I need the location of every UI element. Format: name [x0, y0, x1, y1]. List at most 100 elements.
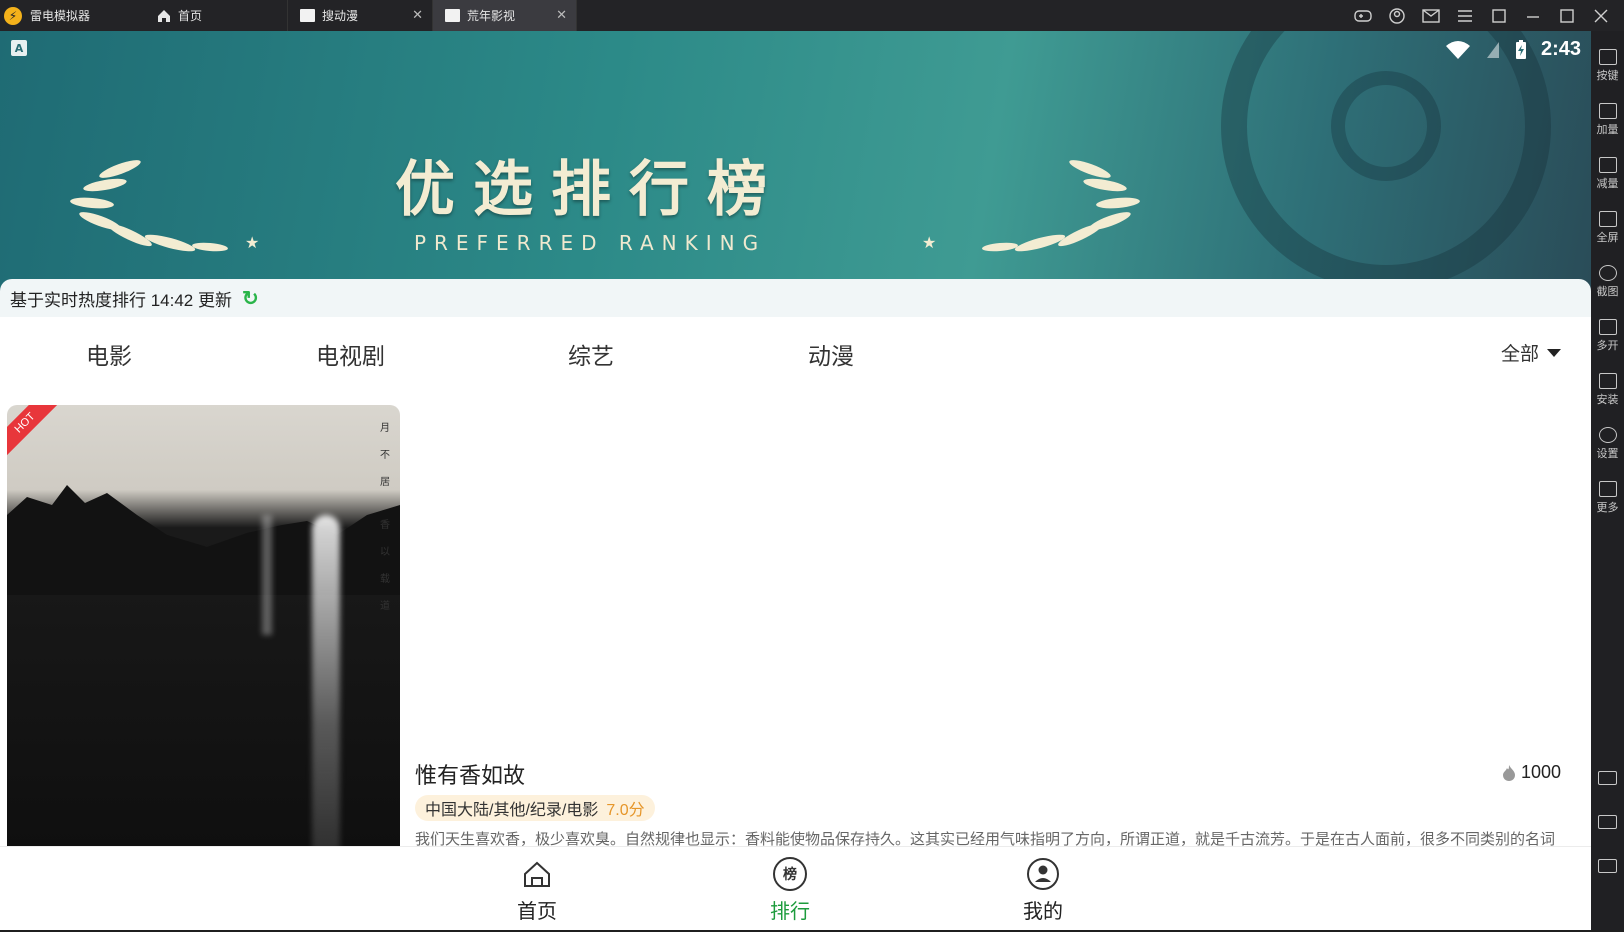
sidebar-label: 减量 [1596, 177, 1619, 190]
poster-char: 载 [380, 574, 390, 585]
sidebar-label: 更多 [1596, 501, 1619, 514]
banner-subtitle: PREFERRED RANKING [413, 231, 767, 255]
movie-score: 7.0分 [606, 802, 645, 819]
poster-char: 香 [380, 520, 390, 531]
close-icon[interactable]: ✕ [556, 8, 567, 23]
sidebar-label: 全屏 [1596, 231, 1619, 244]
volume-down-icon [1598, 157, 1617, 173]
tab-label: 首页 [178, 9, 203, 23]
android-screen: 优选排行榜 ★ PREFERRED RANKING ★ A 2:43 基于实时热… [0, 31, 1591, 930]
film-reel-decoration [1331, 71, 1441, 181]
multi-instance-icon [1598, 319, 1617, 335]
nav-label: 排行 [770, 901, 810, 923]
nav-profile[interactable]: 我的 [1003, 857, 1083, 924]
sidebar-label: 截图 [1596, 285, 1619, 298]
tab-variety[interactable]: 综艺 [568, 337, 614, 371]
heat-value: 1000 [1520, 762, 1561, 782]
poster-char: 不 [380, 450, 390, 461]
home-icon [524, 861, 550, 887]
sidebar-install-apk[interactable]: 安装 [1591, 373, 1624, 407]
window-controls [1354, 7, 1624, 25]
sidebar-keymap[interactable]: 按键 [1591, 49, 1624, 83]
emulator-app-name: 雷电模拟器 [30, 9, 91, 23]
movie-tags: 中国大陆/其他/纪录/电影 7.0分 [415, 795, 655, 821]
laurel-wreath-icon [70, 160, 228, 252]
sidebar-label: 加量 [1596, 123, 1619, 136]
nav-home[interactable]: 首页 [497, 857, 577, 924]
gamepad-icon[interactable] [1354, 7, 1372, 25]
restore-window-icon[interactable] [1490, 7, 1508, 25]
filter-label: 全部 [1500, 344, 1539, 365]
sidebar-volume-down[interactable]: 减量 [1591, 157, 1624, 191]
banner-title: 优选排行榜 [395, 155, 785, 225]
poster-char: 以 [380, 547, 390, 558]
menu-icon[interactable] [1456, 7, 1474, 25]
profile-icon [1027, 858, 1059, 890]
sidebar-label: 多开 [1596, 339, 1619, 352]
category-tabs: 电影 电视剧 综艺 动漫 全部 [0, 317, 1591, 387]
tab-label: 搜动漫 [322, 9, 359, 23]
refresh-icon[interactable]: ↻ [242, 286, 259, 311]
poster-waterfall-art [312, 515, 340, 877]
emulator-sidebar: 按键 加量 减量 全屏 截图 多开 安装 设置 更多 [1591, 31, 1624, 930]
recent-apps-icon[interactable] [1598, 859, 1617, 873]
sidebar-fullscreen[interactable]: 全屏 [1591, 211, 1624, 245]
sidebar-label: 设置 [1596, 447, 1619, 460]
gear-icon [1598, 427, 1617, 443]
sidebar-label: 按键 [1596, 69, 1619, 82]
status-time: 2:43 [1540, 38, 1581, 60]
update-info-bar: 基于实时热度排行 14:42 更新 ↻ [0, 279, 1591, 317]
flame-icon [1502, 764, 1515, 781]
volume-up-icon [1598, 103, 1617, 119]
sidebar-screenshot[interactable]: 截图 [1591, 265, 1624, 299]
poster-waterfall-art [262, 515, 272, 635]
mail-icon[interactable] [1422, 7, 1440, 25]
tab-search-anime[interactable]: 搜动漫 ✕ [288, 0, 433, 31]
poster-char: 居 [380, 477, 390, 488]
tab-anime[interactable]: 动漫 [808, 337, 854, 371]
tab-movie[interactable]: 电影 [86, 337, 132, 371]
poster-vertical-text: 月 不 居 香 以 载 道 [378, 415, 392, 620]
minimize-icon[interactable] [1524, 7, 1542, 25]
tab-label: 荒年影视 [467, 9, 516, 23]
hot-badge: HOT [7, 405, 61, 459]
emulator-titlebar: ⚡ 雷电模拟器 首页 搜动漫 ✕ 荒年影视 ✕ [0, 0, 1624, 31]
wifi-icon [1445, 40, 1470, 59]
heat-count: 1000 [1501, 762, 1561, 783]
movie-poster[interactable]: 月 不 居 香 以 载 道 HOT [7, 405, 400, 877]
keyboard-icon [1598, 49, 1617, 65]
maximize-icon[interactable] [1558, 7, 1576, 25]
nav-ranking[interactable]: 榜 排行 [750, 857, 830, 924]
sidebar-volume-up[interactable]: 加量 [1591, 103, 1624, 137]
nav-label: 首页 [517, 901, 557, 923]
poster-mountain-art [7, 485, 400, 595]
tab-huangnian-video[interactable]: 荒年影视 ✕ [433, 0, 577, 31]
sidebar-more[interactable]: 更多 [1591, 481, 1624, 515]
star-icon: ★ [245, 233, 260, 252]
android-home-icon[interactable] [1598, 815, 1617, 829]
laurel-wreath-icon [982, 160, 1140, 252]
poster-char: 道 [380, 601, 390, 612]
sidebar-multi-instance[interactable]: 多开 [1591, 319, 1624, 353]
poster-char: 月 [380, 423, 390, 434]
sidebar-settings[interactable]: 设置 [1591, 427, 1624, 461]
close-window-icon[interactable] [1592, 7, 1610, 25]
apk-icon [1598, 373, 1617, 389]
close-icon[interactable]: ✕ [412, 8, 423, 23]
keyboard-indicator-icon: A [11, 40, 27, 56]
app-icon [300, 9, 315, 22]
ranking-icon: 榜 [773, 857, 807, 891]
bottom-navigation: 首页 榜 排行 我的 [0, 846, 1591, 930]
chevron-down-icon [1547, 348, 1561, 357]
emulator-logo-icon: ⚡ [4, 6, 22, 25]
tab-tv-series[interactable]: 电视剧 [316, 337, 385, 371]
tab-home[interactable]: 首页 [145, 0, 288, 31]
app-icon [445, 9, 460, 22]
back-icon[interactable] [1598, 771, 1617, 785]
user-icon[interactable] [1388, 7, 1406, 25]
sidebar-label: 安装 [1596, 393, 1619, 406]
fullscreen-icon [1598, 211, 1617, 227]
movie-title[interactable]: 惟有香如故 [415, 758, 525, 790]
android-status-bar: 2:43 [1445, 38, 1581, 61]
filter-dropdown[interactable]: 全部 [1501, 339, 1561, 366]
